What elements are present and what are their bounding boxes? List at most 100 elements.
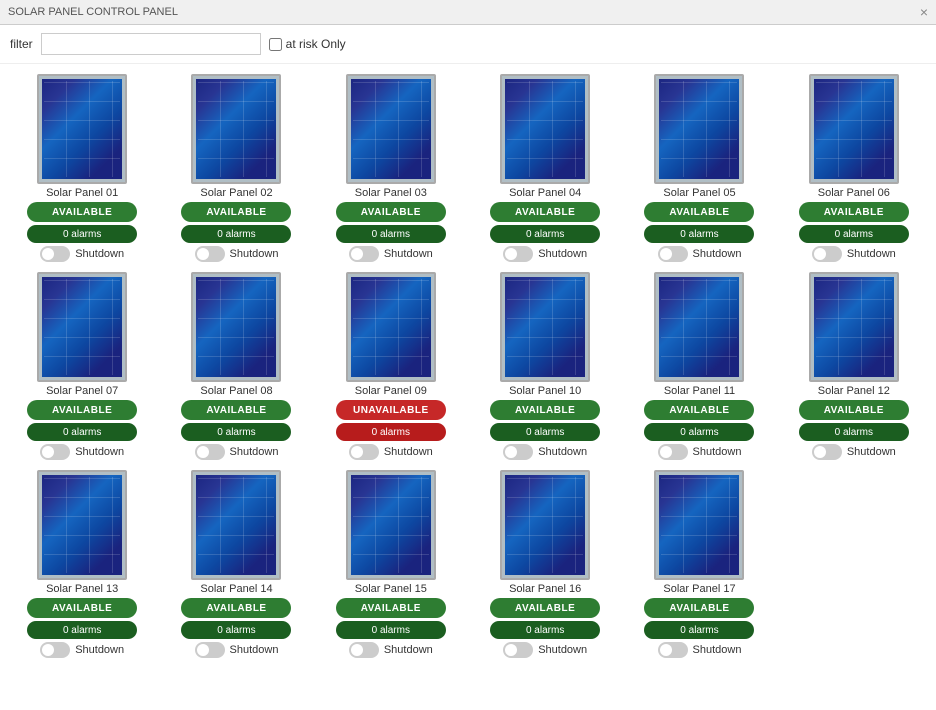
panel-shutdown-toggle-13[interactable] [40, 642, 70, 658]
panel-card-8: Solar Panel 08AVAILABLE0 alarmsShutdown [164, 272, 308, 460]
panel-shutdown-label-16: Shutdown [538, 644, 587, 656]
panel-status-15[interactable]: AVAILABLE [336, 598, 446, 618]
panel-card-2: Solar Panel 02AVAILABLE0 alarmsShutdown [164, 74, 308, 262]
filter-input[interactable] [41, 33, 261, 55]
panel-status-3[interactable]: AVAILABLE [336, 202, 446, 222]
panel-image-8 [191, 272, 281, 382]
panel-alarms-15: 0 alarms [336, 621, 446, 639]
panel-shutdown-toggle-11[interactable] [658, 444, 688, 460]
panel-shutdown-row-15: Shutdown [349, 642, 433, 658]
panel-status-16[interactable]: AVAILABLE [490, 598, 600, 618]
panel-status-17[interactable]: AVAILABLE [644, 598, 754, 618]
panel-shutdown-row-14: Shutdown [195, 642, 279, 658]
panel-card-4: Solar Panel 04AVAILABLE0 alarmsShutdown [473, 74, 617, 262]
panel-shutdown-row-13: Shutdown [40, 642, 124, 658]
panel-alarms-16: 0 alarms [490, 621, 600, 639]
panel-shutdown-toggle-12[interactable] [812, 444, 842, 460]
panel-status-9[interactable]: UNAVAILABLE [336, 400, 446, 420]
panel-alarms-10: 0 alarms [490, 423, 600, 441]
panel-shutdown-toggle-10[interactable] [503, 444, 533, 460]
panel-status-7[interactable]: AVAILABLE [27, 400, 137, 420]
panel-image-4 [500, 74, 590, 184]
panel-alarms-1: 0 alarms [27, 225, 137, 243]
panel-name-6: Solar Panel 06 [818, 187, 890, 199]
panel-shutdown-toggle-15[interactable] [349, 642, 379, 658]
filter-bar: filter at risk Only [0, 25, 936, 64]
panel-image-16 [500, 470, 590, 580]
panel-name-8: Solar Panel 08 [200, 385, 272, 397]
panel-shutdown-label-6: Shutdown [847, 248, 896, 260]
panel-image-14 [191, 470, 281, 580]
panel-shutdown-toggle-17[interactable] [658, 642, 688, 658]
panel-card-1: Solar Panel 01AVAILABLE0 alarmsShutdown [10, 74, 154, 262]
panel-shutdown-row-11: Shutdown [658, 444, 742, 460]
panel-card-10: Solar Panel 10AVAILABLE0 alarmsShutdown [473, 272, 617, 460]
app-title: SOLAR PANEL CONTROL PANEL [8, 6, 178, 18]
panel-alarms-5: 0 alarms [644, 225, 754, 243]
panel-alarms-6: 0 alarms [799, 225, 909, 243]
panel-shutdown-label-14: Shutdown [230, 644, 279, 656]
panel-status-8[interactable]: AVAILABLE [181, 400, 291, 420]
panel-alarms-7: 0 alarms [27, 423, 137, 441]
panel-shutdown-row-2: Shutdown [195, 246, 279, 262]
panel-shutdown-row-8: Shutdown [195, 444, 279, 460]
close-icon[interactable]: × [920, 4, 928, 20]
panel-shutdown-label-11: Shutdown [693, 446, 742, 458]
panel-alarms-14: 0 alarms [181, 621, 291, 639]
panel-status-12[interactable]: AVAILABLE [799, 400, 909, 420]
panel-name-4: Solar Panel 04 [509, 187, 581, 199]
panel-shutdown-row-12: Shutdown [812, 444, 896, 460]
panel-shutdown-toggle-5[interactable] [658, 246, 688, 262]
panel-card-7: Solar Panel 07 AVAILABLE 0 alarms Shutdown [10, 272, 154, 460]
panel-card-12: Solar Panel 12 AVAILABLE 0 alarms Shutdown [782, 272, 926, 460]
at-risk-checkbox[interactable] [269, 38, 282, 51]
at-risk-checkbox-label[interactable]: at risk Only [269, 37, 346, 51]
panel-image-1 [37, 74, 127, 184]
panel-image-6 [809, 74, 899, 184]
panel-shutdown-row-6: Shutdown [812, 246, 896, 262]
panel-status-5[interactable]: AVAILABLE [644, 202, 754, 222]
panel-status-14[interactable]: AVAILABLE [181, 598, 291, 618]
panel-status-4[interactable]: AVAILABLE [490, 202, 600, 222]
panel-shutdown-toggle-6[interactable] [812, 246, 842, 262]
panel-name-11: Solar Panel 11 [664, 385, 735, 397]
panel-name-17: Solar Panel 17 [663, 583, 735, 595]
panel-shutdown-row-4: Shutdown [503, 246, 587, 262]
panel-name-12: Solar Panel 12 [818, 385, 890, 397]
panel-status-10[interactable]: AVAILABLE [490, 400, 600, 420]
panel-shutdown-row-16: Shutdown [503, 642, 587, 658]
panel-shutdown-toggle-8[interactable] [195, 444, 225, 460]
panels-grid: Solar Panel 01AVAILABLE0 alarmsShutdownS… [0, 64, 936, 668]
panel-shutdown-toggle-3[interactable] [349, 246, 379, 262]
panel-shutdown-label-5: Shutdown [693, 248, 742, 260]
panel-image-2 [191, 74, 281, 184]
panel-shutdown-label-7: Shutdown [75, 446, 124, 458]
panel-shutdown-row-1: Shutdown [40, 246, 124, 262]
panel-image-10 [500, 272, 590, 382]
panel-shutdown-label-15: Shutdown [384, 644, 433, 656]
panel-name-7: Solar Panel 07 [46, 385, 118, 397]
panel-card-16: Solar Panel 16 AVAILABLE 0 alarms Shutdown [473, 470, 617, 658]
panel-shutdown-toggle-1[interactable] [40, 246, 70, 262]
panel-shutdown-toggle-4[interactable] [503, 246, 533, 262]
panel-status-13[interactable]: AVAILABLE [27, 598, 137, 618]
panel-shutdown-toggle-14[interactable] [195, 642, 225, 658]
panel-card-14: Solar Panel 14AVAILABLE0 alarmsShutdown [164, 470, 308, 658]
panel-card-11: Solar Panel 11AVAILABLE0 alarmsShutdown [627, 272, 771, 460]
panel-status-1[interactable]: AVAILABLE [27, 202, 137, 222]
panel-status-6[interactable]: AVAILABLE [799, 202, 909, 222]
panel-card-13: Solar Panel 13AVAILABLE0 alarmsShutdown [10, 470, 154, 658]
panel-shutdown-toggle-2[interactable] [195, 246, 225, 262]
panel-shutdown-toggle-9[interactable] [349, 444, 379, 460]
panel-shutdown-label-17: Shutdown [693, 644, 742, 656]
panel-card-3: Solar Panel 03AVAILABLE0 alarmsShutdown [319, 74, 463, 262]
panel-status-11[interactable]: AVAILABLE [644, 400, 754, 420]
panel-name-16: Solar Panel 16 [509, 583, 581, 595]
panel-shutdown-row-3: Shutdown [349, 246, 433, 262]
panel-alarms-17: 0 alarms [644, 621, 754, 639]
panel-shutdown-toggle-16[interactable] [503, 642, 533, 658]
panel-alarms-12: 0 alarms [799, 423, 909, 441]
panel-image-12 [809, 272, 899, 382]
panel-shutdown-toggle-7[interactable] [40, 444, 70, 460]
panel-status-2[interactable]: AVAILABLE [181, 202, 291, 222]
